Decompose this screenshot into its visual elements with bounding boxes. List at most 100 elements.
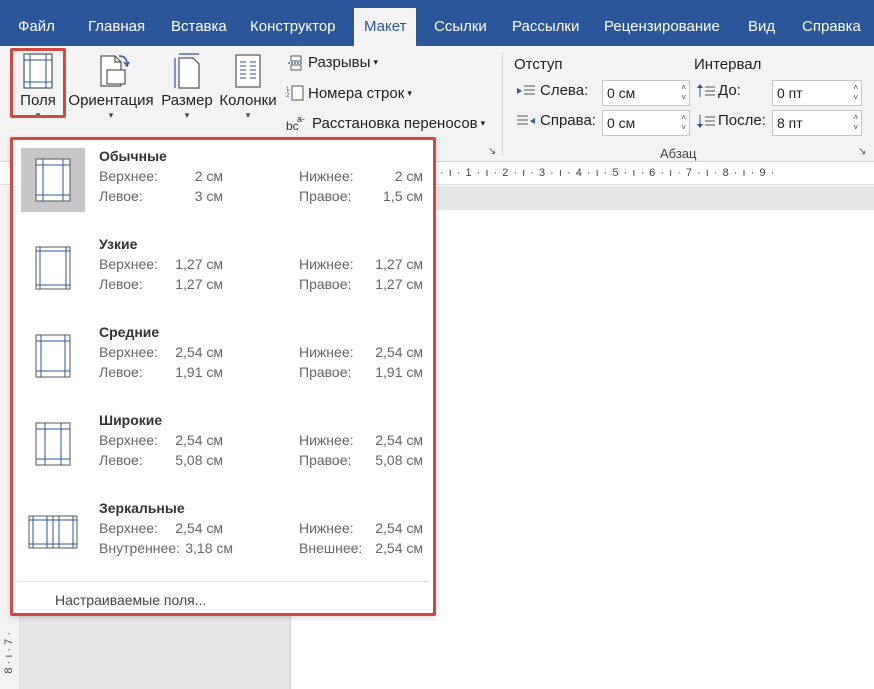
- margin-bottom-value: 2,54 см: [375, 344, 423, 360]
- margin-inside-label: Внутреннее:: [99, 540, 180, 556]
- margin-top-label: Верхнее:: [99, 344, 158, 360]
- margin-preview-mirrored: [21, 500, 85, 564]
- spacing-after-row: После:: [696, 112, 766, 129]
- line-numbers-label: Номера строк: [308, 84, 405, 102]
- custom-margins-button[interactable]: Настраиваемые поля...: [55, 592, 206, 608]
- margin-option-name: Обычные: [99, 148, 167, 164]
- margin-left-label: Левое:: [99, 276, 143, 292]
- chevron-down-icon: ▾: [373, 57, 378, 67]
- margin-option-normal[interactable]: Обычные Верхнее: 2 см Нижнее: 2 см Левое…: [17, 140, 429, 228]
- size-label: Размер: [161, 92, 213, 109]
- indent-right-row: Справа:: [516, 112, 596, 129]
- margin-bottom-label: Нижнее:: [299, 168, 354, 184]
- ribbon-tab-bar: Файл Главная Вставка Конструктор Макет С…: [0, 0, 874, 46]
- margin-option-moderate[interactable]: Средние Верхнее: 2,54 см Нижнее: 2,54 см…: [17, 316, 429, 404]
- margin-right-value: 1,5 см: [383, 188, 423, 204]
- svg-text:2: 2: [286, 93, 290, 99]
- margin-right-value: 5,08 см: [375, 452, 423, 468]
- margin-right-label: Правое:: [299, 188, 352, 204]
- margin-left-label: Левое:: [99, 364, 143, 380]
- page-margins-icon: [28, 515, 78, 549]
- indent-left-input[interactable]: 0 см ˄ ˅: [602, 80, 690, 106]
- margin-preview-moderate: [21, 324, 85, 388]
- indent-heading: Отступ: [514, 56, 563, 73]
- margin-left-value: 1,91 см: [175, 364, 223, 380]
- paragraph-group-label: Абзац: [660, 146, 697, 161]
- line-numbers-button[interactable]: 1 2 Номера строк ▾: [286, 84, 412, 102]
- page-margins-icon: [35, 422, 71, 466]
- group-separator: [502, 52, 503, 156]
- margins-highlight-box: [10, 48, 66, 118]
- margin-left-label: Левое:: [99, 452, 143, 468]
- margin-bottom-label: Нижнее:: [299, 256, 354, 272]
- spin-arrows-icon[interactable]: ˄ ˅: [853, 83, 858, 103]
- columns-button[interactable]: Колонки ▾: [216, 52, 280, 121]
- breaks-button[interactable]: Разрывы ▾: [286, 54, 378, 71]
- page-margins-icon: [35, 246, 71, 290]
- margin-top-label: Верхнее:: [99, 168, 158, 184]
- page-margins-icon: [35, 158, 71, 202]
- spin-arrows-icon[interactable]: ˄ ˅: [681, 83, 686, 103]
- hyphenation-button[interactable]: bc a- Расстановка переносов ▾: [286, 114, 485, 132]
- spacing-after-input[interactable]: 8 пт ˄ ˅: [772, 110, 862, 136]
- margin-top-label: Верхнее:: [99, 432, 158, 448]
- paragraph-launcher-icon[interactable]: ↘: [858, 146, 866, 157]
- margin-right-value: 1,91 см: [375, 364, 423, 380]
- margin-bottom-value: 2 см: [394, 168, 423, 184]
- indent-right-label: Справа:: [540, 112, 596, 129]
- indent-left-row: Слева:: [516, 82, 588, 99]
- breaks-label: Разрывы: [308, 54, 371, 71]
- indent-right-input[interactable]: 0 см ˄ ˅: [602, 110, 690, 136]
- size-icon: [174, 53, 200, 89]
- margin-top-label: Верхнее:: [99, 520, 158, 536]
- margin-option-wide[interactable]: Широкие Верхнее: 2,54 см Нижнее: 2,54 см…: [17, 404, 429, 492]
- chevron-down-icon: ▾: [480, 117, 486, 128]
- margin-bottom-label: Нижнее:: [299, 432, 354, 448]
- margin-preview-wide: [21, 412, 85, 476]
- margin-right-value: 1,27 см: [375, 276, 423, 292]
- margin-left-value: 3 см: [194, 188, 223, 204]
- size-button[interactable]: Размер ▾: [160, 52, 214, 121]
- margin-preview-normal: [21, 148, 85, 212]
- orientation-icon: [100, 55, 130, 87]
- margin-bottom-value: 2,54 см: [375, 520, 423, 536]
- tab-home[interactable]: Главная: [78, 8, 155, 46]
- columns-icon: [235, 54, 261, 88]
- spacing-before-input[interactable]: 0 пт ˄ ˅: [772, 80, 862, 106]
- spin-arrows-icon[interactable]: ˄ ˅: [853, 113, 858, 133]
- margin-option-narrow[interactable]: Узкие Верхнее: 1,27 см Нижнее: 1,27 см Л…: [17, 228, 429, 316]
- margin-inside-value: 3,18 см: [185, 540, 233, 556]
- chevron-down-icon: ▾: [108, 110, 114, 120]
- margin-bottom-value: 2,54 см: [375, 432, 423, 448]
- orientation-button[interactable]: Ориентация ▾: [68, 52, 154, 121]
- margin-top-value: 2,54 см: [175, 520, 223, 536]
- tab-view[interactable]: Вид: [738, 8, 785, 46]
- page-setup-launcher-icon[interactable]: ↘: [488, 146, 496, 157]
- line-numbers-icon: 1 2: [286, 85, 304, 101]
- tab-review[interactable]: Рецензирование: [594, 8, 730, 46]
- margin-outside-value: 2,54 см: [375, 540, 423, 556]
- tab-insert[interactable]: Вставка: [161, 8, 237, 46]
- margin-option-name: Широкие: [99, 412, 163, 428]
- margin-bottom-label: Нижнее:: [299, 520, 354, 536]
- spin-arrows-icon[interactable]: ˄ ˅: [681, 113, 686, 133]
- columns-label: Колонки: [219, 92, 277, 109]
- margin-outside-label: Внешнее:: [299, 540, 363, 556]
- margin-left-value: 1,27 см: [175, 276, 223, 292]
- spacing-before-row: До:: [696, 82, 741, 99]
- tab-help[interactable]: Справка: [792, 8, 871, 46]
- tab-references[interactable]: Ссылки: [424, 8, 497, 46]
- margin-option-mirrored[interactable]: Зеркальные Верхнее: 2,54 см Нижнее: 2,54…: [17, 492, 429, 580]
- ruler-ticks: · ı · 1 · ı · 2 · ı · 3 · ı · 4 · ı · 5 …: [440, 167, 776, 179]
- margin-top-value: 1,27 см: [175, 256, 223, 272]
- margin-option-name: Зеркальные: [99, 500, 185, 516]
- tab-layout[interactable]: Макет: [354, 8, 417, 46]
- margin-preview-narrow: [21, 236, 85, 300]
- spacing-heading: Интервал: [694, 56, 762, 73]
- tab-mailings[interactable]: Рассылки: [502, 8, 589, 46]
- tab-design[interactable]: Конструктор: [240, 8, 346, 46]
- hyphenation-label: Расстановка переносов: [312, 114, 478, 132]
- tab-file[interactable]: Файл: [8, 8, 65, 46]
- spacing-after-icon: [697, 114, 715, 128]
- breaks-icon: [288, 55, 302, 70]
